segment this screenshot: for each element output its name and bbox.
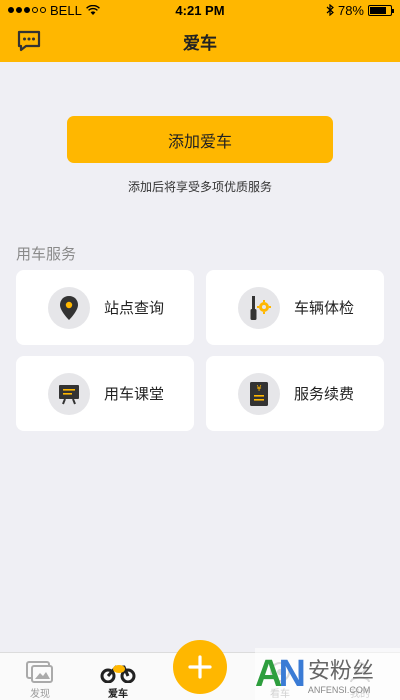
carrier-name: BELL	[50, 2, 82, 18]
watermark-text: 安粉丝 ANFENSI.COM	[308, 653, 374, 695]
add-car-label: 添加爱车	[167, 131, 232, 151]
add-fab-button[interactable]	[173, 640, 227, 694]
location-pin-icon	[48, 286, 90, 329]
bluetooth-icon	[326, 4, 334, 16]
watermark-en: ANFENSI.COM	[307, 685, 371, 695]
nav-bar: 爱车	[0, 20, 400, 62]
battery-fill	[370, 6, 386, 14]
add-car-button[interactable]: 添加爱车	[67, 116, 333, 163]
tab-my-car[interactable]: 爱车	[78, 653, 158, 700]
section-title: 用车服务	[16, 245, 77, 263]
watermark-logo: AN	[255, 652, 306, 696]
tab-label: 爱车	[108, 689, 128, 700]
plus-icon	[188, 655, 212, 679]
watermark-cn: 安粉丝	[307, 659, 374, 684]
watermark: AN 安粉丝 ANFENSI.COM	[255, 648, 400, 700]
discover-icon	[26, 661, 53, 683]
watermark-logo-a: A	[255, 652, 283, 695]
status-bar: BELL 4:21 PM 78%	[0, 0, 400, 20]
tab-discover[interactable]: 发现	[0, 653, 80, 700]
status-right: 78%	[326, 2, 394, 18]
service-label: 服务续费	[294, 385, 355, 403]
motorcycle-icon	[100, 665, 136, 683]
car-checkup-icon	[238, 286, 280, 329]
service-card-car-checkup[interactable]: 车辆体检	[206, 270, 384, 345]
service-card-renewal[interactable]: ¥ 服务续费	[206, 356, 384, 431]
battery-percent: 78%	[337, 2, 364, 18]
tab-label: 发现	[30, 689, 50, 700]
page-title: 爱车	[183, 33, 217, 54]
service-card-station-search[interactable]: 站点查询	[16, 270, 194, 345]
svg-text:¥: ¥	[256, 384, 261, 393]
message-icon[interactable]	[16, 29, 42, 53]
status-left: BELL	[8, 3, 100, 18]
service-label: 车辆体检	[294, 299, 355, 317]
service-label: 站点查询	[104, 299, 165, 317]
add-car-hint: 添加后将享受多项优质服务	[127, 180, 272, 194]
watermark-logo-n: N	[278, 652, 306, 695]
signal-icon	[8, 7, 46, 13]
renewal-icon: ¥	[238, 372, 280, 415]
battery-icon	[368, 4, 394, 16]
service-label: 用车课堂	[104, 385, 165, 403]
service-card-car-class[interactable]: 用车课堂	[16, 356, 194, 431]
wifi-icon	[85, 4, 100, 15]
classroom-icon	[48, 372, 90, 415]
